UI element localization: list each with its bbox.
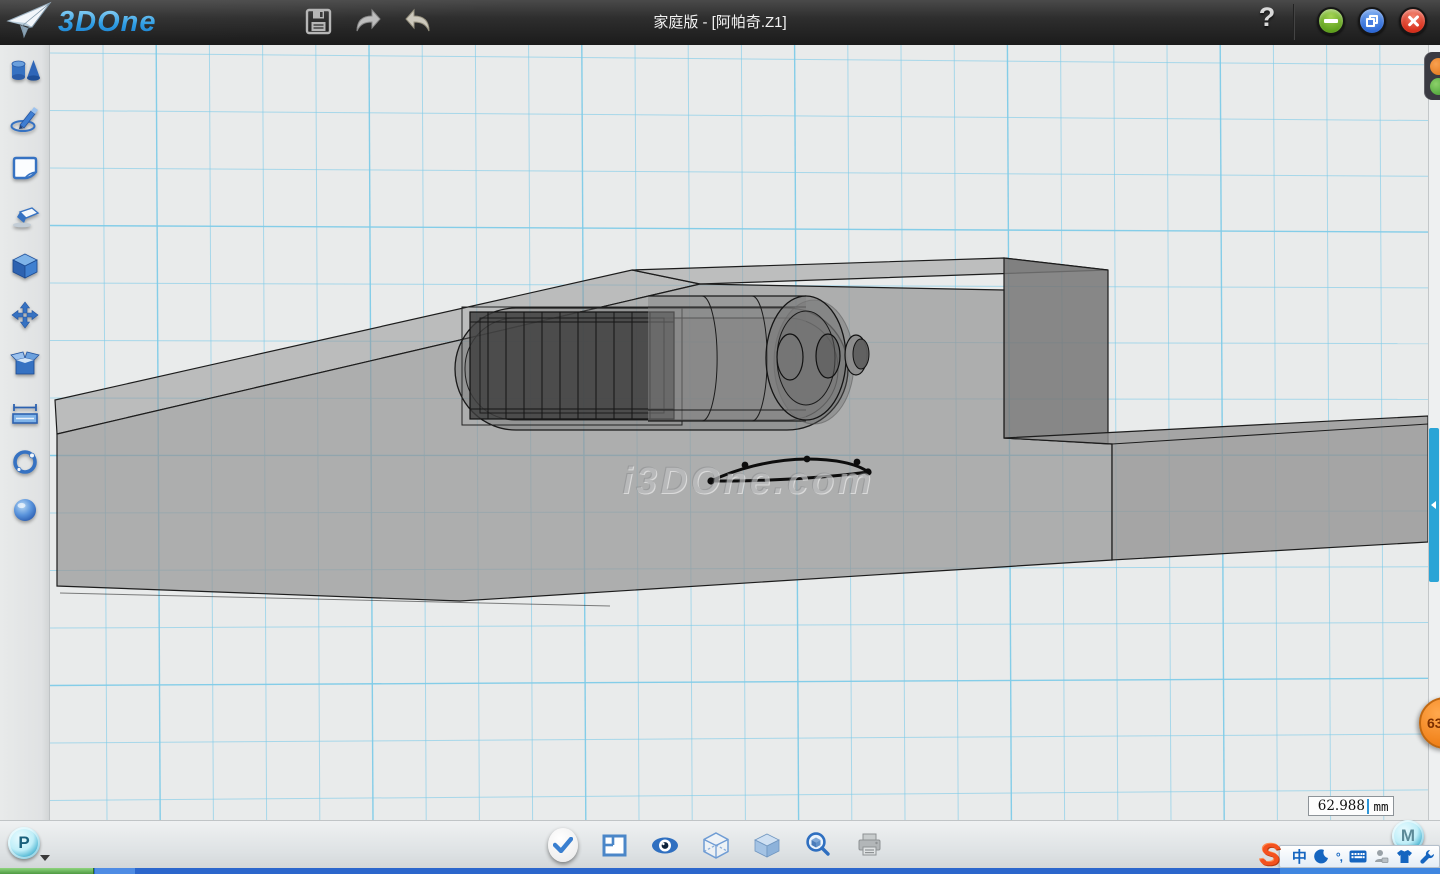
assembly-box-icon[interactable] — [0, 339, 50, 388]
profile-dropdown-arrow[interactable] — [40, 855, 50, 861]
help-button[interactable]: ? — [1252, 2, 1282, 40]
user-icon[interactable] — [1374, 847, 1389, 867]
right-scrollbar-thumb[interactable] — [1429, 428, 1439, 582]
wireframe-cube-icon[interactable] — [701, 828, 731, 862]
viewport-canvas[interactable]: i3DOne.com — [50, 45, 1428, 820]
skin-tshirt-icon[interactable] — [1396, 847, 1413, 867]
document-title: 家庭版 - [阿帕奇.Z1] — [0, 0, 1440, 42]
titlebar-divider — [1293, 4, 1295, 40]
taskbar-start-segment[interactable] — [0, 868, 94, 874]
ring-icon[interactable] — [0, 437, 50, 486]
print-icon[interactable] — [854, 828, 884, 862]
os-taskbar — [0, 868, 1440, 874]
dimension-input[interactable]: 62.988 mm — [1308, 796, 1394, 816]
dimension-value[interactable]: 62.988 — [1309, 798, 1367, 814]
ime-toolbar: 中 °, — [1279, 845, 1440, 868]
close-button[interactable] — [1399, 7, 1427, 35]
move-icon[interactable] — [0, 290, 50, 339]
sketch-surface-icon[interactable] — [0, 143, 50, 192]
sketch-draw-icon[interactable] — [0, 94, 50, 143]
solid-cube-icon[interactable] — [752, 828, 782, 862]
eraser-edit-icon[interactable] — [0, 192, 50, 241]
collapse-left-arrow-icon — [1431, 501, 1436, 509]
taskbar-app-segment[interactable] — [95, 868, 135, 874]
solid-primitives-icon[interactable] — [0, 45, 50, 94]
visibility-eye-icon[interactable] — [650, 828, 680, 862]
app-window: 3DOne — [0, 0, 1440, 874]
model-3d — [50, 45, 1428, 820]
bottom-toolbar — [0, 820, 1440, 868]
taskbar-tray-segment — [1280, 868, 1440, 874]
ime-logo-s[interactable]: S — [1252, 839, 1288, 873]
green-dot-icon — [1430, 78, 1440, 95]
punctuation-icon[interactable]: °, — [1336, 847, 1342, 867]
profile-badge-letter: P — [18, 833, 29, 853]
sphere-material-icon[interactable] — [0, 486, 50, 535]
profile-badge[interactable]: P — [8, 827, 40, 859]
restore-button[interactable] — [1358, 7, 1386, 35]
settings-wrench-icon[interactable] — [1420, 847, 1435, 867]
dimension-unit: mm — [1369, 799, 1393, 814]
soft-keyboard-icon[interactable] — [1349, 847, 1367, 867]
collapsed-panel-widget[interactable] — [1424, 52, 1440, 100]
dimension-icon[interactable] — [0, 388, 50, 437]
orange-dot-icon — [1430, 58, 1440, 75]
left-toolbar — [0, 45, 50, 820]
titlebar: 3DOne — [0, 0, 1440, 45]
minimize-button[interactable] — [1317, 7, 1345, 35]
mode-badge-letter: M — [1401, 826, 1415, 846]
moon-mode-icon[interactable] — [1314, 847, 1329, 867]
ime-language-mode[interactable]: 中 — [1292, 847, 1307, 867]
zoom-region-icon[interactable] — [803, 828, 833, 862]
engine-cylinder[interactable] — [648, 296, 869, 424]
view-corner-icon[interactable] — [599, 828, 629, 862]
confirm-check-icon[interactable] — [548, 828, 578, 862]
badge-count: 63 — [1427, 715, 1440, 731]
feature-cube-icon[interactable] — [0, 241, 50, 290]
